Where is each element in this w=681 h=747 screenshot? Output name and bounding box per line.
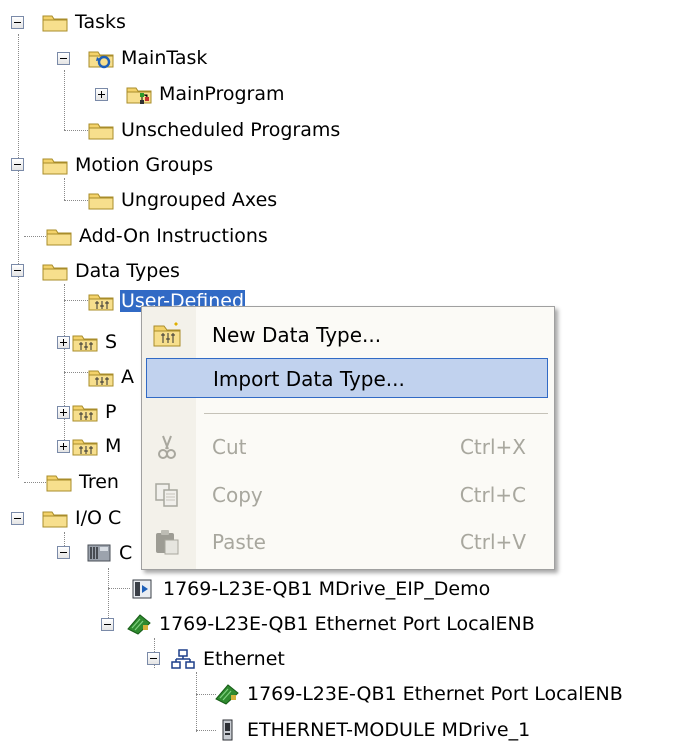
collapse-io-icon[interactable]	[11, 512, 24, 525]
expand-datatype-m-icon[interactable]	[57, 440, 70, 453]
datatype-folder-icon	[88, 290, 114, 312]
tree-node-motion-groups[interactable]: Motion Groups	[42, 152, 214, 178]
folder-icon	[46, 471, 72, 493]
controller-icon	[130, 578, 156, 600]
module-icon	[214, 719, 240, 741]
menu-separator	[204, 413, 548, 414]
tree-node-ungrouped-axes[interactable]: Ungrouped Axes	[88, 187, 278, 213]
collapse-ethernet-network-icon[interactable]	[147, 652, 160, 665]
ethernet-port-icon	[126, 613, 152, 635]
folder-icon	[88, 119, 114, 141]
tree-node-datatype-a[interactable]: A	[88, 364, 135, 390]
folder-icon	[46, 225, 72, 247]
datatype-folder-icon	[72, 331, 98, 353]
datatype-folder-icon	[72, 435, 98, 457]
collapse-backplane-icon[interactable]	[57, 546, 70, 559]
tree-node-backplane[interactable]: C	[86, 540, 133, 566]
menu-item-paste[interactable]: Paste Ctrl+V	[146, 522, 548, 562]
tree-node-data-types[interactable]: Data Types	[42, 258, 181, 284]
scissors-icon	[152, 432, 182, 462]
folder-icon	[42, 507, 68, 529]
collapse-ethernet-port-icon[interactable]	[101, 618, 114, 631]
backplane-icon	[86, 542, 112, 564]
datatype-folder-icon	[88, 366, 114, 388]
expand-mainprogram-icon[interactable]	[95, 88, 108, 101]
tree-node-ethernet-module[interactable]: ETHERNET-MODULE MDrive_1	[214, 717, 531, 743]
paste-icon	[152, 527, 182, 557]
ethernet-port-icon	[214, 683, 240, 705]
tree-node-add-on-instructions[interactable]: Add-On Instructions	[46, 223, 269, 249]
folder-icon	[42, 11, 68, 33]
network-icon	[170, 648, 196, 670]
tree-node-ethernet-port[interactable]: 1769-L23E-QB1 Ethernet Port LocalENB	[126, 611, 536, 637]
new-datatype-icon	[152, 320, 182, 350]
copy-icon	[152, 480, 182, 510]
folder-icon	[42, 260, 68, 282]
folder-icon	[88, 189, 114, 211]
tree-node-ethernet-network[interactable]: Ethernet	[170, 646, 286, 672]
task-icon	[88, 47, 114, 69]
menu-item-import-data-type[interactable]: Import Data Type...	[146, 358, 548, 398]
context-menu: New Data Type... Import Data Type... Cut…	[141, 306, 555, 570]
tree-node-trends[interactable]: Tren	[46, 469, 120, 495]
tree-node-maintask[interactable]: MainTask	[88, 45, 208, 71]
menu-item-new-data-type[interactable]: New Data Type...	[146, 315, 548, 355]
tree-node-datatype-s[interactable]: S	[72, 329, 118, 355]
folder-icon	[42, 154, 68, 176]
datatype-folder-icon	[72, 401, 98, 423]
collapse-maintask-icon[interactable]	[57, 52, 70, 65]
program-icon	[126, 83, 152, 105]
tree-node-controller[interactable]: 1769-L23E-QB1 MDrive_EIP_Demo	[130, 576, 491, 602]
expand-datatype-p-icon[interactable]	[57, 406, 70, 419]
expand-datatype-s-icon[interactable]	[57, 336, 70, 349]
tree-node-unscheduled-programs[interactable]: Unscheduled Programs	[88, 117, 341, 143]
tree-node-io-configuration[interactable]: I/O C	[42, 505, 122, 531]
menu-item-copy[interactable]: Copy Ctrl+C	[146, 475, 548, 515]
tree-node-datatype-m[interactable]: M	[72, 433, 122, 459]
collapse-tasks-icon[interactable]	[11, 16, 24, 29]
menu-item-cut[interactable]: Cut Ctrl+X	[146, 427, 548, 467]
tree-node-tasks[interactable]: Tasks	[42, 9, 127, 35]
tree-node-ethernet-port-local[interactable]: 1769-L23E-QB1 Ethernet Port LocalENB	[214, 681, 624, 707]
collapse-motion-groups-icon[interactable]	[11, 158, 24, 171]
collapse-data-types-icon[interactable]	[11, 264, 24, 277]
tree-node-datatype-p[interactable]: P	[72, 399, 117, 425]
tree-node-mainprogram[interactable]: MainProgram	[126, 81, 286, 107]
